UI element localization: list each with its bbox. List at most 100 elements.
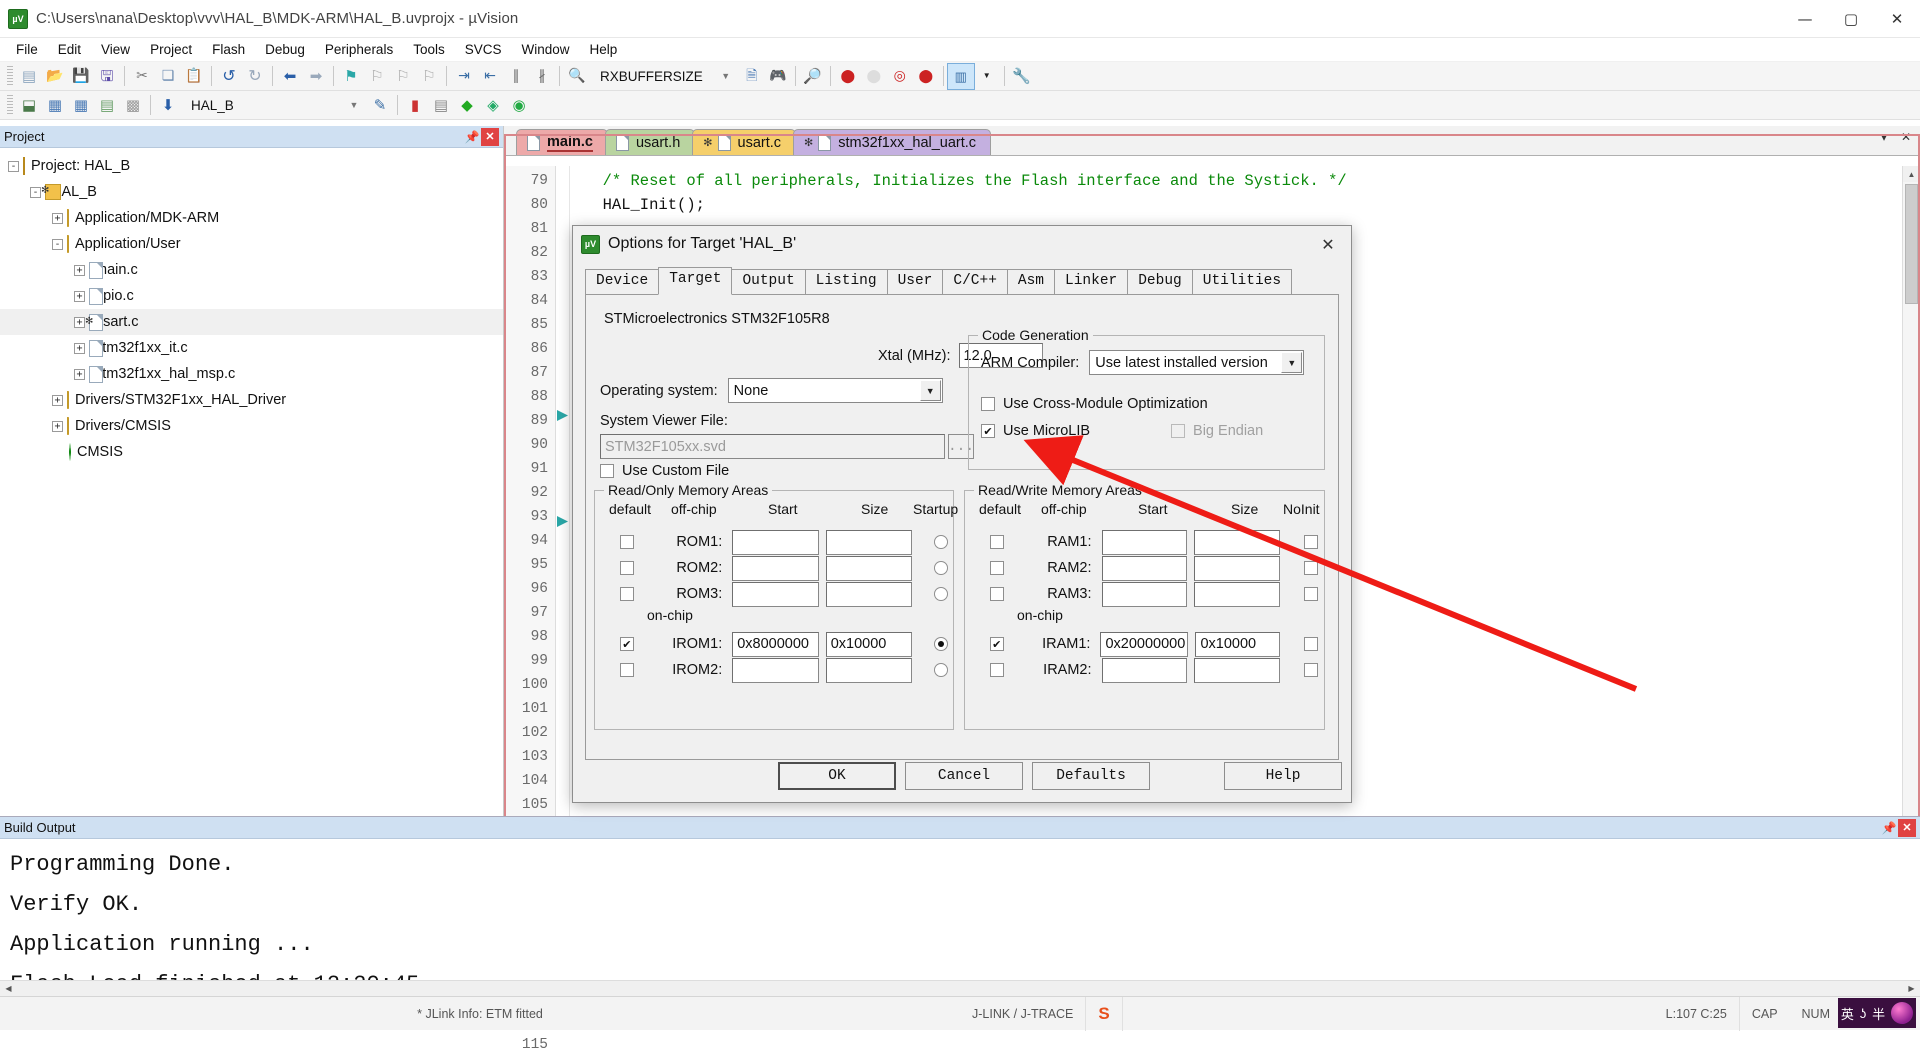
tree-expander[interactable]: + xyxy=(74,316,85,328)
memory-size-input[interactable] xyxy=(825,581,913,607)
tree-item[interactable]: - Project: HAL_B xyxy=(0,153,503,179)
memory-size-input[interactable] xyxy=(825,555,913,581)
sogou-ime-icon[interactable]: S xyxy=(1086,996,1123,1031)
chevron-down-icon[interactable]: ▼ xyxy=(919,380,941,401)
dialog-tab-asm[interactable]: Asm xyxy=(1006,269,1056,294)
select-software-packs-icon[interactable]: ◉ xyxy=(506,93,532,118)
memory-noinit-checkbox[interactable] xyxy=(1304,663,1318,677)
toolbar-grip[interactable] xyxy=(7,66,13,86)
tree-expander[interactable]: + xyxy=(52,212,63,224)
ime-key[interactable]: ʖ xyxy=(1860,1006,1867,1021)
dialog-tab-target[interactable]: Target xyxy=(658,267,733,295)
dialog-tab-output[interactable]: Output xyxy=(731,269,806,294)
translate-icon[interactable]: ⬓ xyxy=(16,93,42,118)
comment-icon[interactable]: ∥ xyxy=(503,64,529,89)
operating-system-select[interactable]: None ▼ xyxy=(727,378,943,403)
tree-item[interactable]: + Application/MDK-ARM xyxy=(0,205,503,231)
outdent-icon[interactable]: ⇤ xyxy=(477,64,503,89)
memory-start-input[interactable]: 0x20000000 xyxy=(1100,631,1189,657)
close-icon[interactable]: ✕ xyxy=(1898,818,1916,837)
cancel-button[interactable]: Cancel xyxy=(905,762,1023,790)
menu-item-project[interactable]: Project xyxy=(140,39,202,60)
dialog-close-button[interactable]: ✕ xyxy=(1313,231,1343,257)
breakpoint-disable-icon[interactable]: ⬤ xyxy=(861,64,887,89)
memory-start-input[interactable] xyxy=(1101,581,1188,607)
tree-item[interactable]: - Application/User xyxy=(0,231,503,257)
use-custom-file-checkbox[interactable] xyxy=(600,464,614,478)
cross-module-optimization-checkbox[interactable] xyxy=(981,397,995,411)
editor-vscroll-thumb[interactable] xyxy=(1905,184,1918,304)
paste-icon[interactable]: 📋 xyxy=(181,64,207,89)
tree-item[interactable]: - ✻ HAL_B xyxy=(0,179,503,205)
target-select-value[interactable]: HAL_B xyxy=(181,98,341,113)
find-in-files-icon[interactable]: 🔍 xyxy=(564,64,590,89)
ime-key[interactable]: 英 xyxy=(1841,1004,1854,1023)
tree-item[interactable]: + gpio.c xyxy=(0,283,503,309)
tree-item[interactable]: + stm32f1xx_it.c xyxy=(0,335,503,361)
scroll-left-icon[interactable]: ◀ xyxy=(0,980,17,997)
ime-toolbar[interactable]: 英ʖ半 xyxy=(1838,998,1916,1028)
menu-item-tools[interactable]: Tools xyxy=(403,39,455,60)
redo-icon[interactable]: ↻ xyxy=(242,64,268,89)
memory-startup-radio[interactable] xyxy=(934,535,948,549)
memory-default-checkbox[interactable] xyxy=(620,535,634,549)
menu-item-edit[interactable]: Edit xyxy=(48,39,91,60)
editor-tab-stm32f1xx-hal-uart-c[interactable]: ✻ stm32f1xx_hal_uart.c xyxy=(793,129,992,155)
tree-item[interactable]: + Drivers/CMSIS xyxy=(0,413,503,439)
ok-button[interactable]: OK xyxy=(778,762,896,790)
tree-item[interactable]: + main.c xyxy=(0,257,503,283)
help-button[interactable]: Help xyxy=(1224,762,1342,790)
memory-noinit-checkbox[interactable] xyxy=(1304,587,1318,601)
dialog-tab-debug[interactable]: Debug xyxy=(1127,269,1193,294)
manage-windows-dropdown-icon[interactable]: ▼ xyxy=(974,64,1000,89)
dialog-tab-user[interactable]: User xyxy=(886,269,944,294)
indent-icon[interactable]: ⇥ xyxy=(451,64,477,89)
use-microlib-checkbox[interactable]: ✔ xyxy=(981,424,995,438)
memory-noinit-checkbox[interactable] xyxy=(1304,535,1318,549)
menu-item-flash[interactable]: Flash xyxy=(202,39,255,60)
copy-icon[interactable]: ❏ xyxy=(155,64,181,89)
editor-tab-usart-c[interactable]: ✻ usart.c xyxy=(692,129,797,155)
menu-item-file[interactable]: File xyxy=(6,39,48,60)
menu-item-peripherals[interactable]: Peripherals xyxy=(315,39,403,60)
breakpoint-insert-icon[interactable]: ⬤ xyxy=(835,64,861,89)
system-viewer-input[interactable]: STM32F105xx.svd xyxy=(600,434,945,459)
maximize-button[interactable]: ▢ xyxy=(1828,0,1874,38)
save-all-icon[interactable]: 🖫 xyxy=(94,64,120,89)
dialog-tab-linker[interactable]: Linker xyxy=(1054,269,1129,294)
pack-installer-icon[interactable]: ◆ xyxy=(454,93,480,118)
memory-start-input[interactable] xyxy=(1101,555,1188,581)
memory-start-input[interactable] xyxy=(1101,529,1188,555)
undo-icon[interactable]: ↺ xyxy=(216,64,242,89)
tree-expander[interactable]: + xyxy=(52,394,63,406)
pin-icon[interactable]: 📌 xyxy=(1880,819,1898,837)
menu-item-help[interactable]: Help xyxy=(580,39,628,60)
memory-start-input[interactable] xyxy=(1101,657,1188,683)
stop-build-icon[interactable]: ▩ xyxy=(120,93,146,118)
memory-noinit-checkbox[interactable] xyxy=(1304,561,1318,575)
memory-default-checkbox[interactable]: ✔ xyxy=(990,637,1004,651)
build-output-scrollbar[interactable]: ◀ ▶ xyxy=(0,980,1920,997)
batch-build-icon[interactable]: ▤ xyxy=(94,93,120,118)
menu-item-view[interactable]: View xyxy=(91,39,140,60)
dialog-tab-utilities[interactable]: Utilities xyxy=(1191,269,1293,294)
multi-project-icon[interactable]: ◈ xyxy=(480,93,506,118)
editor-minimize-icon[interactable]: ▾ xyxy=(1874,128,1894,146)
bookmark-toggle-icon[interactable]: ⚑ xyxy=(338,64,364,89)
pin-icon[interactable]: 📌 xyxy=(463,128,481,146)
download-icon[interactable]: ⬇ xyxy=(155,93,181,118)
memory-size-input[interactable] xyxy=(825,529,913,555)
bookmark-next-icon[interactable]: ⚐ xyxy=(390,64,416,89)
defaults-button[interactable]: Defaults xyxy=(1032,762,1150,790)
memory-default-checkbox[interactable] xyxy=(620,663,634,677)
tree-expander[interactable]: - xyxy=(52,238,63,250)
ime-key[interactable]: 半 xyxy=(1872,1004,1885,1023)
browse-code-icon[interactable]: 🗎 xyxy=(739,64,765,89)
memory-startup-radio[interactable] xyxy=(934,561,948,575)
memory-startup-radio[interactable] xyxy=(934,663,948,677)
tree-item[interactable]: + Drivers/STM32F1xx_HAL_Driver xyxy=(0,387,503,413)
breakpoint-disable-all-icon[interactable]: ⬤ xyxy=(913,64,939,89)
dialog-tab-cc++[interactable]: C/C++ xyxy=(942,269,1008,294)
search-dropdown-icon[interactable]: ▼ xyxy=(713,64,739,89)
memory-size-input[interactable]: 0x10000 xyxy=(825,631,913,657)
